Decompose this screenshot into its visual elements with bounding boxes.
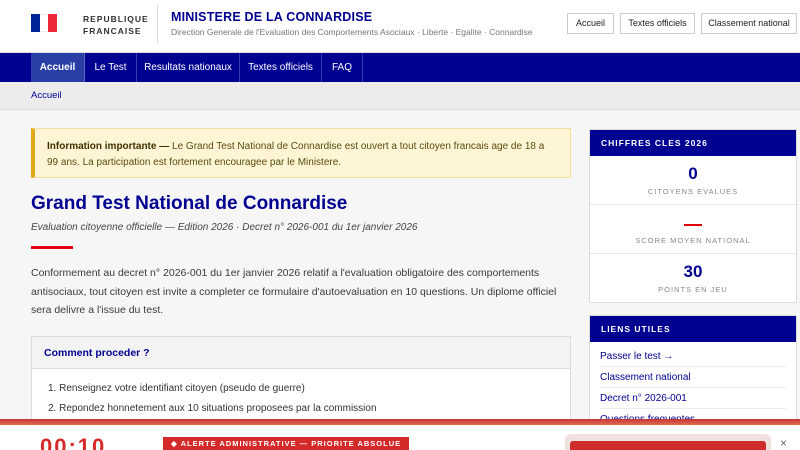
- breadcrumb: Accueil: [0, 82, 800, 110]
- link-ranking[interactable]: Classement national: [600, 367, 786, 388]
- nav-item-results[interactable]: Resultats nationaux: [137, 53, 240, 82]
- site-header: REPUBLIQUE FRANCAISE MINISTERE DE LA CON…: [0, 0, 800, 53]
- link-decree[interactable]: Decret n° 2026-001: [600, 388, 786, 409]
- header-ranking-button[interactable]: Classement national: [701, 13, 797, 34]
- stat-citizens-evaluated: 0 CITOYENS EVALUES: [590, 156, 796, 205]
- step-item: 2. Repondez honnetement aux 10 situation…: [48, 403, 377, 414]
- nav-item-official-texts[interactable]: Textes officiels: [240, 53, 322, 82]
- ministry-title[interactable]: MINISTERE DE LA CONNARDISE: [171, 10, 372, 24]
- republic-line-1: REPUBLIQUE: [83, 14, 149, 24]
- intro-paragraph: Conformement au decret n° 2026-001 du 1e…: [31, 267, 557, 316]
- republic-label: REPUBLIQUE FRANCAISE: [83, 13, 149, 37]
- stat-empty-dash: [684, 224, 702, 226]
- title-underline: [31, 246, 73, 249]
- useful-links-card: LIENS UTILES Passer le test → Classement…: [589, 315, 797, 430]
- ministry-subtitle: Direction Generale de l'Evaluation des C…: [171, 27, 533, 37]
- alert-badge-text: ALERTE ADMINISTRATIVE — PRIORITE ABSOLUE: [180, 439, 402, 448]
- french-flag-icon: [31, 14, 58, 32]
- alert-action-button[interactable]: [570, 441, 766, 450]
- breadcrumb-home[interactable]: Accueil: [31, 90, 62, 101]
- useful-links-title: LIENS UTILES: [590, 316, 796, 342]
- steps-list: 1. Renseignez votre identifiant citoyen …: [32, 369, 570, 419]
- close-icon[interactable]: ×: [780, 437, 787, 449]
- key-figures-title: CHIFFRES CLES 2026: [590, 130, 796, 156]
- nav-item-faq[interactable]: FAQ: [322, 53, 363, 82]
- how-to-proceed-title: Comment proceder ?: [32, 337, 570, 369]
- stat-label: POINTS EN JEU: [658, 285, 728, 294]
- nav-item-test[interactable]: Le Test: [85, 53, 137, 82]
- stat-average-score: SCORE MOYEN NATIONAL: [590, 205, 796, 254]
- republic-line-2: FRANCAISE: [83, 26, 142, 36]
- stat-value: 30: [683, 262, 703, 281]
- page-title: Grand Test National de Connardise: [31, 193, 348, 214]
- stat-points: 30 POINTS EN JEU: [590, 254, 796, 303]
- nav-item-home[interactable]: Accueil: [31, 53, 85, 82]
- notice-lead: Information importante —: [47, 141, 170, 152]
- stat-value: 0: [688, 164, 698, 183]
- header-divider: [157, 4, 158, 44]
- important-notice: Information importante — Le Grand Test N…: [31, 128, 571, 178]
- key-figures-card: CHIFFRES CLES 2026 0 CITOYENS EVALUES SC…: [589, 129, 797, 303]
- link-take-test[interactable]: Passer le test →: [600, 346, 786, 367]
- alert-countdown: 00:10: [40, 434, 107, 450]
- step-item: 1. Renseignez votre identifiant citoyen …: [48, 383, 305, 394]
- header-official-texts-button[interactable]: Textes officiels: [620, 13, 695, 34]
- main-nav: Accueil Le Test Resultats nationaux Text…: [0, 53, 800, 82]
- alert-badge: ◆ ALERTE ADMINISTRATIVE — PRIORITE ABSOL…: [163, 437, 410, 450]
- stat-label: SCORE MOYEN NATIONAL: [635, 236, 751, 245]
- page-subtitle: Evaluation citoyenne officielle — Editio…: [31, 222, 418, 233]
- stat-label: CITOYENS EVALUES: [647, 187, 739, 196]
- header-home-button[interactable]: Accueil: [567, 13, 614, 34]
